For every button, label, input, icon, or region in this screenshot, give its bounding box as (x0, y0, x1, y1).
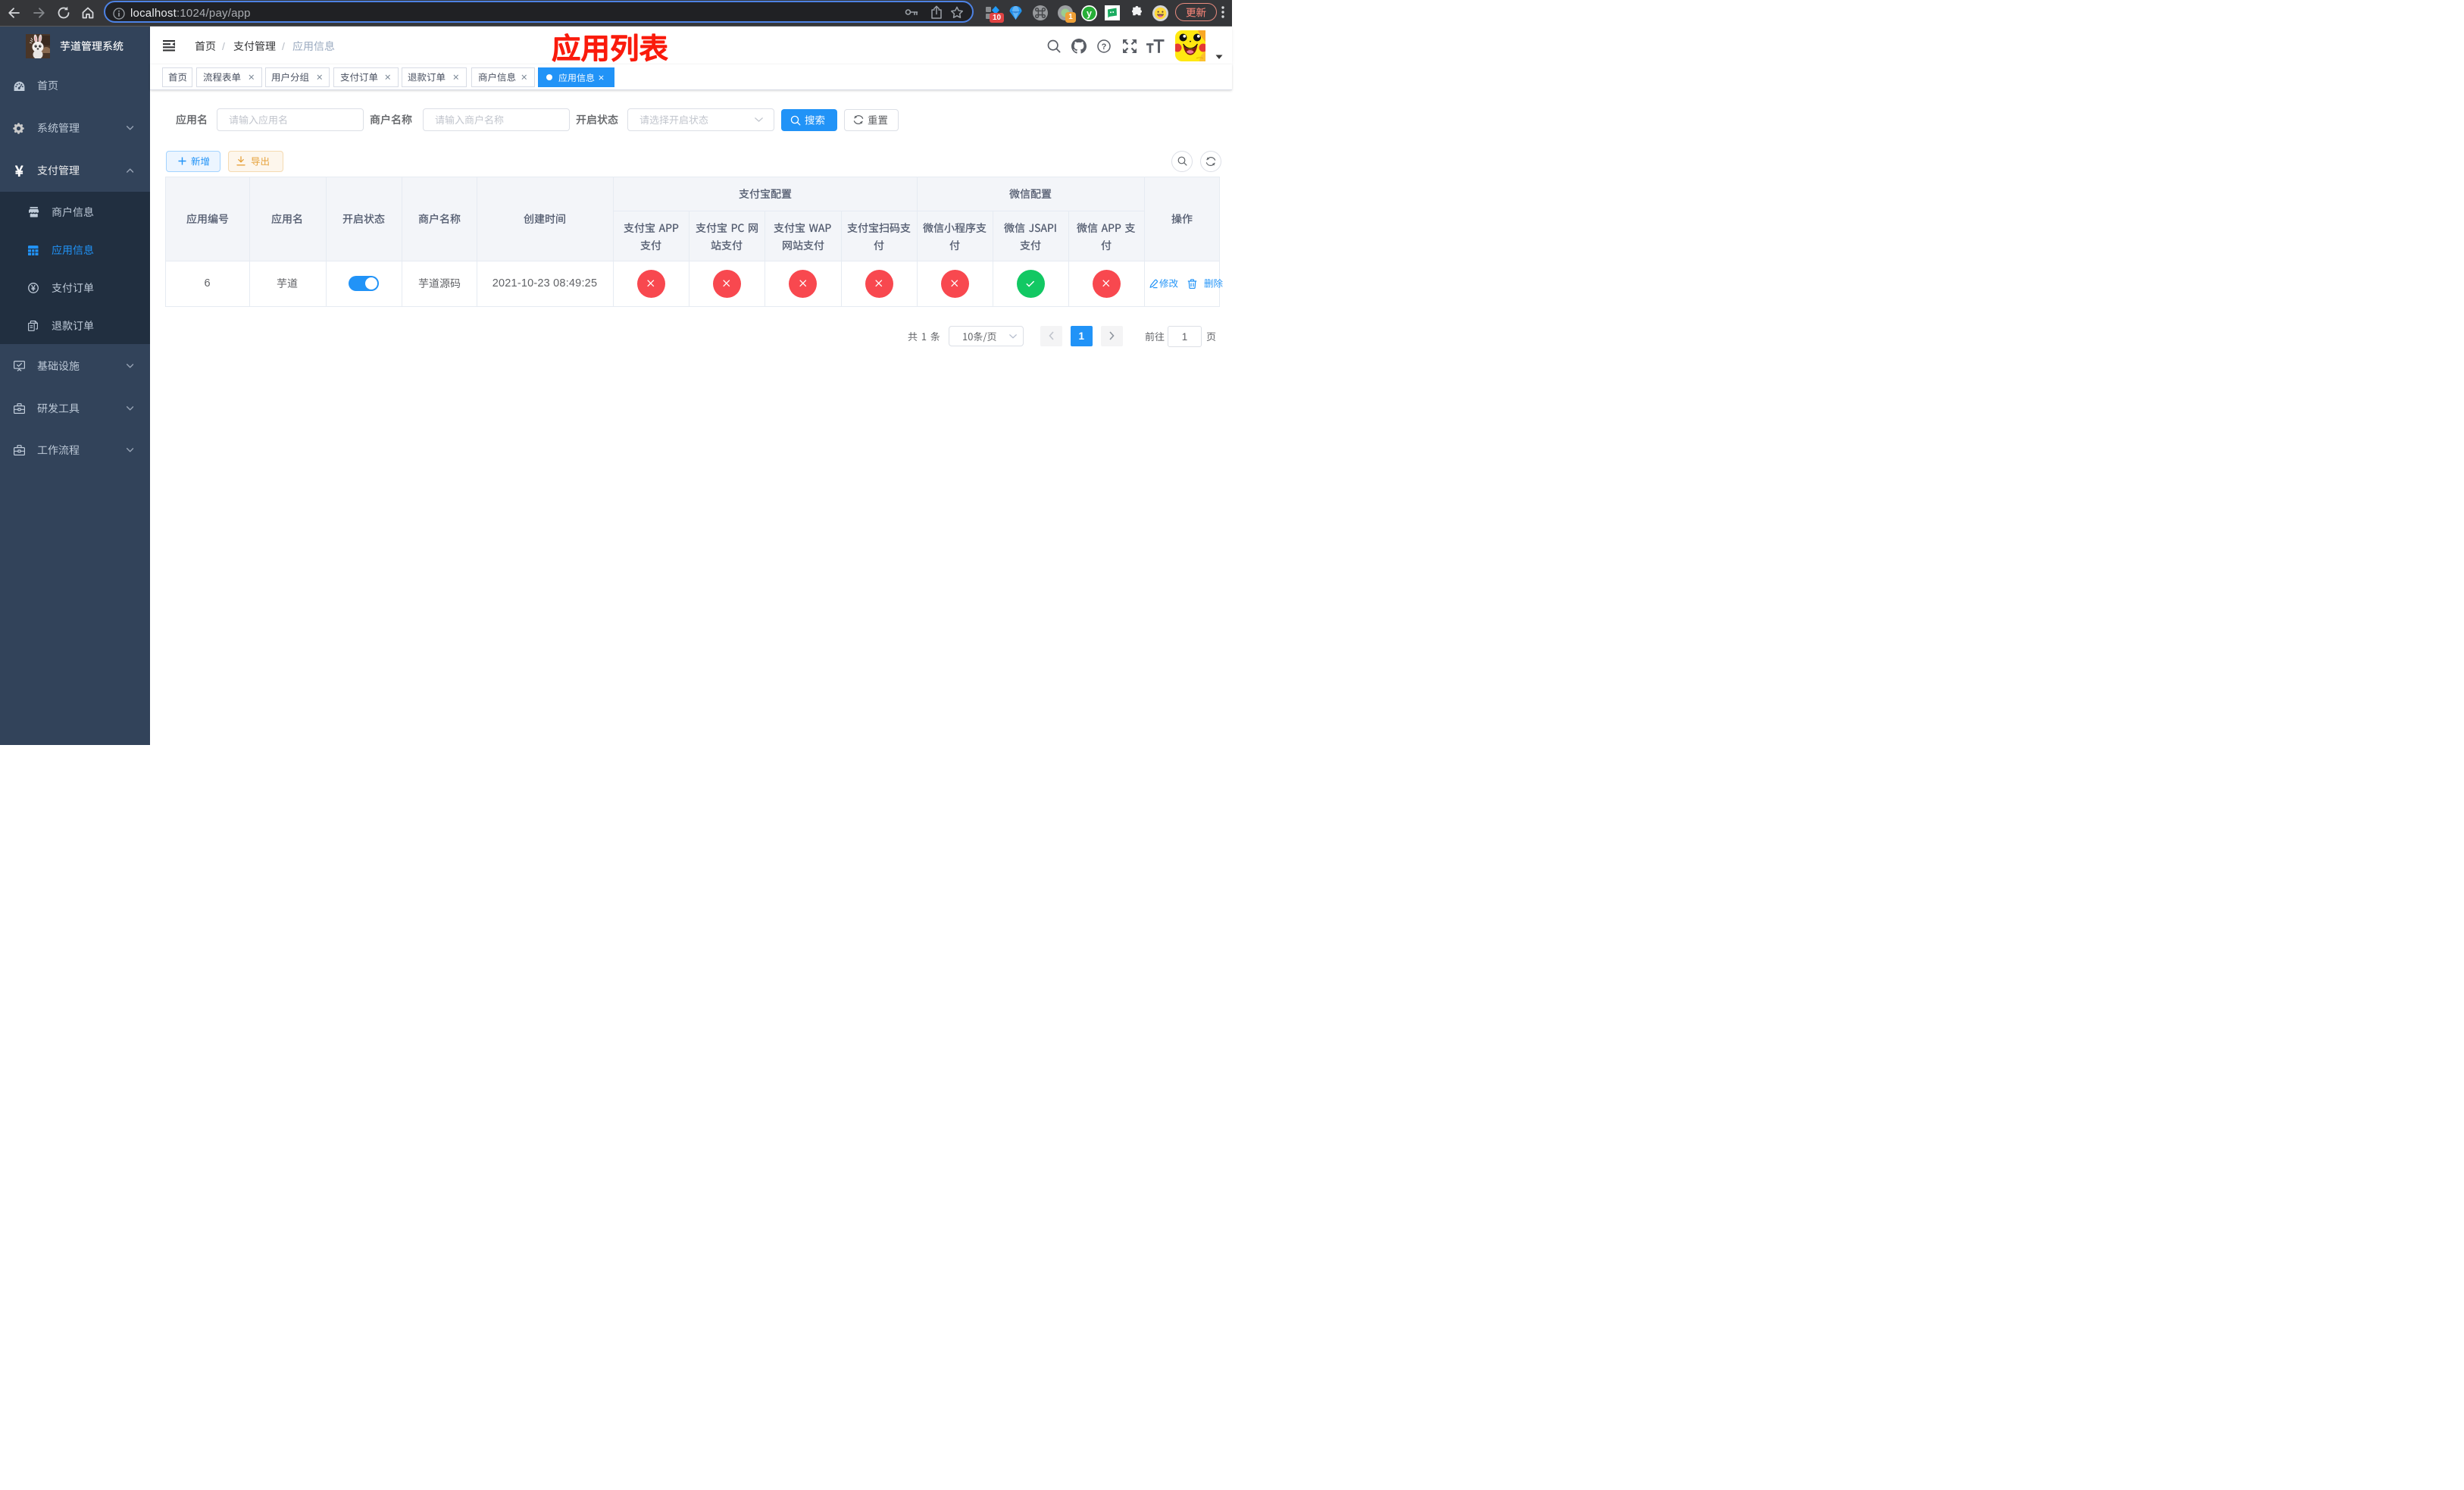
svg-text:?: ? (1102, 42, 1107, 52)
svg-text:y: y (1087, 8, 1092, 19)
